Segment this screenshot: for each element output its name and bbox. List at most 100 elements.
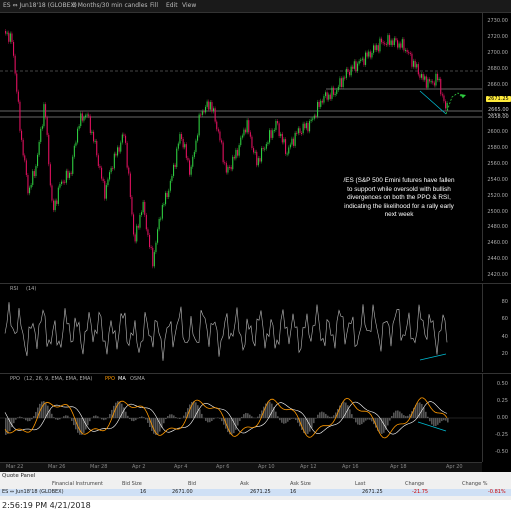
candle: [424, 76, 426, 80]
ppo-tick: 0.00: [496, 415, 508, 421]
fill-button[interactable]: Fill: [150, 0, 158, 12]
osma-bar: [249, 414, 251, 418]
osma-bar: [199, 409, 201, 418]
candle: [269, 130, 271, 143]
ppo-tick: -0.25: [495, 432, 508, 438]
view-button[interactable]: View: [182, 0, 196, 12]
candle: [57, 187, 59, 204]
candle: [113, 153, 115, 169]
candle: [224, 162, 226, 164]
candle: [382, 42, 384, 44]
candle: [129, 173, 131, 198]
osma-bar: [175, 417, 177, 418]
candle: [317, 101, 319, 117]
edit-button[interactable]: Edit: [166, 0, 178, 12]
candle: [339, 78, 341, 87]
candle: [371, 52, 373, 58]
quote-panel[interactable]: Quote Panel Financial Instrument Bid Siz…: [0, 472, 511, 500]
candle: [405, 49, 407, 51]
candle: [80, 113, 82, 127]
osma-bar: [31, 418, 33, 420]
candle: [136, 225, 138, 242]
candle: [310, 119, 312, 122]
candle: [301, 133, 303, 135]
col-header-bid-size[interactable]: Bid Size: [122, 481, 142, 488]
candle: [425, 76, 427, 88]
col-header-bid[interactable]: Bid: [188, 481, 196, 488]
col-header-ask-size[interactable]: Ask Size: [290, 481, 311, 488]
candle: [25, 160, 27, 176]
candle: [400, 43, 402, 48]
osma-bar: [171, 414, 173, 418]
candle: [65, 170, 67, 183]
candle: [376, 45, 378, 50]
osma-bar: [139, 417, 141, 418]
candle: [430, 81, 432, 83]
osma-bar: [19, 416, 21, 418]
candle: [285, 139, 287, 154]
osma-bar: [281, 418, 283, 423]
osma-bar: [363, 418, 365, 423]
quote-instrument[interactable]: ES ⇔ Jun18'18 (GLOBEX): [2, 489, 64, 496]
candle: [190, 166, 192, 175]
price-chart[interactable]: [0, 13, 482, 281]
candle: [422, 74, 424, 80]
col-header-ask[interactable]: Ask: [240, 481, 249, 488]
col-header-instrument[interactable]: Financial Instrument: [52, 481, 103, 488]
candle: [189, 160, 191, 175]
candle: [200, 114, 202, 116]
candle: [97, 155, 99, 166]
osma-bar: [325, 413, 327, 418]
candle: [320, 100, 322, 107]
candle: [254, 151, 256, 153]
candle: [414, 60, 416, 68]
candle: [49, 164, 51, 186]
osma-bar: [27, 418, 29, 422]
osma-bar: [133, 418, 135, 422]
osma-bar: [405, 416, 407, 418]
osma-bar: [65, 415, 67, 418]
candle: [432, 81, 434, 83]
candle: [302, 123, 304, 134]
quote-change: -21.75: [412, 489, 429, 495]
osma-bar: [345, 402, 347, 418]
osma-bar: [367, 418, 369, 420]
osma-bar: [167, 415, 169, 418]
ppo-panel[interactable]: PPO (12, 26, 9, EMA, EMA, EMA) PPO MA OS…: [0, 373, 482, 462]
candle: [401, 39, 403, 48]
candle: [408, 52, 410, 54]
date-tick: Apr 2: [132, 464, 146, 470]
candle: [329, 94, 331, 99]
col-header-change-pct[interactable]: Change %: [462, 481, 487, 488]
osma-bar: [235, 418, 237, 430]
osma-bar: [437, 418, 439, 425]
col-header-change[interactable]: Change: [405, 481, 424, 488]
candle: [267, 142, 269, 145]
candle: [435, 73, 437, 86]
candle: [91, 131, 93, 134]
price-axis[interactable]: 2730.002720.002700.002680.002660.002640.…: [482, 13, 511, 281]
osma-bar: [15, 418, 17, 420]
symbol-label[interactable]: ES ⇔ Jun18'18 (GLOBEX): [3, 0, 77, 12]
candle: [270, 130, 272, 138]
rsi-panel[interactable]: RSI (14): [0, 283, 482, 372]
osma-bar: [327, 415, 329, 418]
candle: [313, 115, 315, 119]
quote-ask-size: 16: [290, 489, 297, 495]
price-tick: 2700.00: [487, 49, 508, 56]
osma-bar: [193, 401, 195, 418]
interval-label[interactable]: 3 Months/30 min candles: [72, 0, 148, 12]
price-tick: 2540.00: [487, 176, 508, 183]
candle: [264, 148, 266, 150]
candle: [286, 153, 288, 155]
osma-bar: [13, 418, 15, 424]
col-header-last[interactable]: Last: [355, 481, 365, 488]
osma-bar: [433, 418, 435, 427]
candle: [168, 190, 170, 198]
candle: [406, 49, 408, 53]
price-chart-panel[interactable]: /ES (S&P 500 Emini futures have fallen t…: [0, 13, 482, 281]
candle: [369, 51, 371, 58]
price-tick: 2520.00: [487, 192, 508, 199]
osma-bar: [393, 412, 395, 418]
candle: [120, 142, 122, 152]
